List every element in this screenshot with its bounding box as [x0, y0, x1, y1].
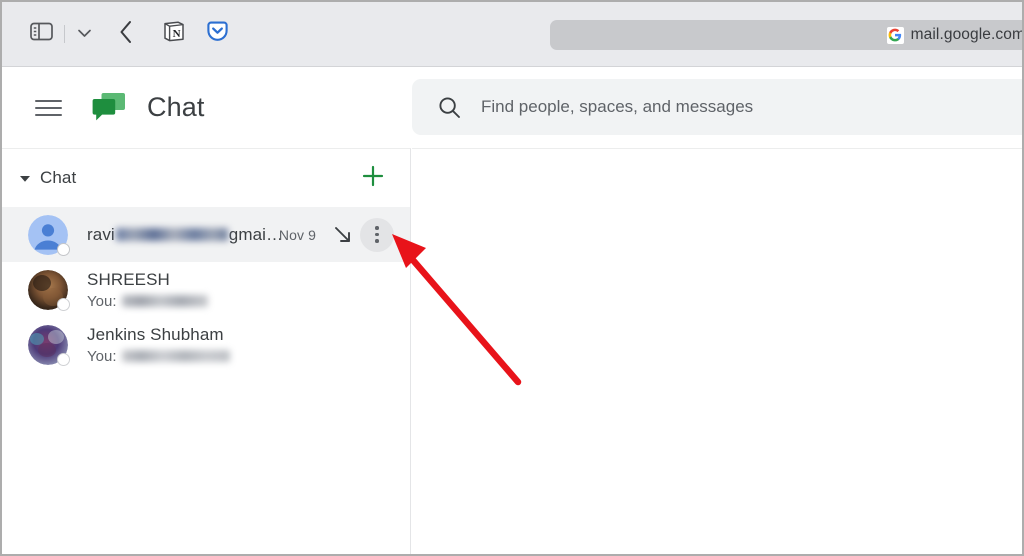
conversation-preview: You:: [87, 292, 209, 310]
presence-badge: [57, 297, 70, 311]
conversation-name: SHREESH: [87, 269, 170, 289]
avatar: [28, 269, 70, 311]
conversation-text: ravi gmai…: [87, 225, 283, 245]
page-title: Chat: [147, 92, 205, 122]
google-favicon-icon: [886, 26, 904, 44]
address-bar[interactable]: mail.google.com: [550, 20, 1024, 50]
search-icon: [438, 96, 461, 119]
avatar: [28, 324, 70, 366]
pocket-extension-button[interactable]: [201, 17, 233, 51]
notion-icon: N: [161, 19, 186, 49]
conversation-preview: You:: [87, 347, 231, 365]
search-input[interactable]: [481, 97, 961, 117]
hamburger-line: [35, 99, 62, 102]
hamburger-menu-icon[interactable]: [35, 93, 65, 123]
pocket-icon: [205, 19, 230, 49]
google-chat-logo-icon: [91, 91, 127, 125]
conversation-text: Jenkins Shubham You:: [87, 324, 231, 365]
chat-section-label: Chat: [40, 168, 77, 187]
plus-icon: [361, 164, 385, 193]
sidebar-toggle-button[interactable]: [24, 17, 58, 51]
hamburger-line: [35, 113, 62, 116]
preview-prefix: You:: [87, 347, 117, 365]
app-header: Chat: [2, 68, 1022, 147]
hamburger-line: [35, 106, 62, 109]
dot: [375, 239, 379, 243]
arrow-down-right-icon[interactable]: [332, 224, 354, 246]
browser-toolbar: N mail.google.com: [2, 2, 1022, 67]
chevron-down-icon: [77, 25, 92, 43]
back-button[interactable]: [111, 17, 141, 51]
conversation-name: Jenkins Shubham: [87, 324, 224, 344]
conversation-pane-empty: [412, 148, 1022, 554]
triangle-down-icon[interactable]: [16, 169, 34, 187]
chat-sidebar: Chat ravi gmai… Nov 9 SHREESH You: Jenki…: [2, 148, 411, 554]
conversation-row-shreesh[interactable]: SHREESH You:: [2, 262, 410, 317]
conversation-date: Nov 9: [278, 226, 316, 243]
presence-badge: [57, 352, 70, 366]
avatar: [28, 214, 70, 256]
more-options-icon[interactable]: [360, 217, 394, 252]
dot: [375, 232, 379, 237]
sidebar-panel-icon: [29, 22, 53, 46]
redacted-message-blur: [122, 350, 231, 362]
conversation-name: ravi gmai…: [87, 225, 283, 245]
screenshot-root: N mail.google.com Chat Find people, spac…: [0, 0, 1024, 556]
new-chat-button[interactable]: [358, 163, 388, 193]
conversation-name-suffix: gmai…: [228, 224, 284, 244]
conversation-name-prefix: ravi: [87, 224, 115, 244]
preview-prefix: You:: [87, 292, 117, 310]
dot: [375, 226, 379, 230]
redacted-message-blur: [122, 295, 209, 307]
notion-extension-button[interactable]: N: [157, 17, 189, 51]
sidebar-toggle-chevron-button[interactable]: [73, 17, 95, 51]
conversation-text: SHREESH You:: [87, 269, 209, 310]
chevron-left-icon: [119, 20, 133, 49]
conversation-row-jenkins-shubham[interactable]: Jenkins Shubham You:: [2, 317, 410, 372]
address-bar-url: mail.google.com: [910, 26, 1024, 43]
conversation-row-ravi[interactable]: ravi gmai… Nov 9: [2, 207, 410, 262]
search-bar[interactable]: [412, 79, 1022, 135]
presence-badge: [57, 242, 70, 256]
chat-section-header[interactable]: Chat: [2, 149, 410, 207]
toolbar-divider: [64, 25, 65, 43]
svg-text:N: N: [172, 28, 180, 40]
redacted-email-blur: [115, 228, 228, 241]
